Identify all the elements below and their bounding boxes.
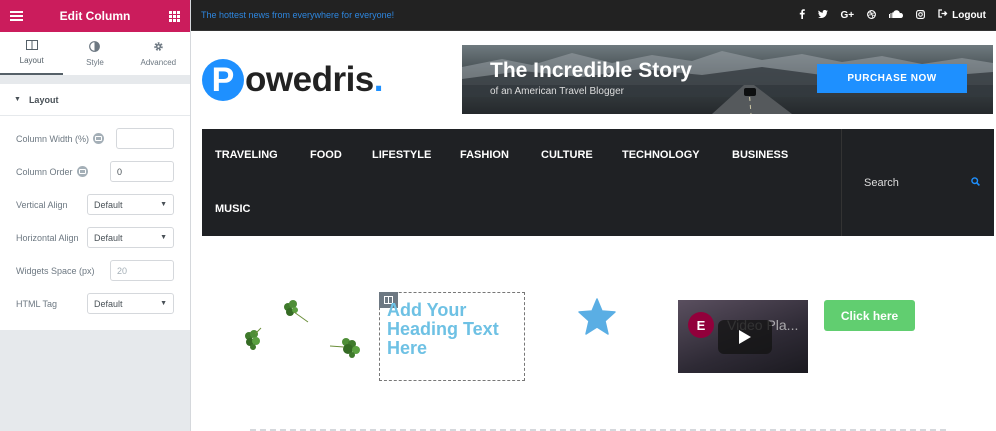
- nav-search[interactable]: Search: [841, 129, 994, 236]
- play-button[interactable]: [718, 320, 772, 354]
- logout-icon: [938, 9, 948, 21]
- nav-item-food[interactable]: FOOD: [310, 149, 342, 161]
- logout-link[interactable]: Logout: [938, 9, 986, 21]
- html-tag-select[interactable]: Default ▼: [87, 293, 174, 314]
- editor-panel: Edit Column Layout Style Advanced ▼ Layo…: [0, 0, 191, 431]
- logo-dot: .: [373, 60, 384, 99]
- banner-subtitle: of an American Travel Blogger: [490, 86, 624, 97]
- parsley-leaf-image: [245, 327, 262, 350]
- section-title: Layout: [28, 94, 59, 105]
- horizontal-align-value: Default: [94, 232, 123, 243]
- widgets-space-input[interactable]: 20: [110, 260, 174, 281]
- chevron-down-icon: ▼: [160, 234, 167, 241]
- tab-advanced[interactable]: Advanced: [127, 32, 190, 75]
- layout-controls: Column Width (%) Column Order 0 Vertical…: [0, 116, 190, 330]
- nav-item-business[interactable]: BUSINESS: [732, 149, 788, 161]
- vertical-align-value: Default: [94, 199, 123, 210]
- banner-title: The Incredible Story: [490, 59, 692, 82]
- heading-widget[interactable]: Add Your Heading Text Here: [379, 292, 525, 381]
- chevron-down-icon: ▼: [160, 201, 167, 208]
- tab-layout[interactable]: Layout: [0, 32, 64, 75]
- responsive-desktop-icon[interactable]: [93, 133, 105, 144]
- instagram-icon[interactable]: [916, 9, 926, 21]
- nav-item-fashion[interactable]: FASHION: [460, 149, 509, 161]
- nav-item-traveling[interactable]: TRAVELING: [215, 149, 278, 161]
- dribbble-icon[interactable]: [867, 9, 877, 21]
- layout-icon: [25, 40, 38, 52]
- section-layout-header[interactable]: ▼ Layout: [0, 84, 190, 116]
- play-icon: [739, 330, 751, 344]
- panel-title: Edit Column: [59, 9, 131, 23]
- control-column-order: Column Order 0: [16, 155, 174, 188]
- panel-tabs: Layout Style Advanced: [0, 32, 190, 76]
- nav-menu: TRAVELING FOOD LIFESTYLE FASHION CULTURE…: [202, 129, 841, 236]
- logo-word: owedris: [245, 60, 374, 99]
- tab-advanced-label: Advanced: [140, 57, 177, 67]
- parsley-leaf-image: [284, 300, 309, 323]
- logout-label: Logout: [952, 9, 986, 21]
- twitter-icon[interactable]: [817, 9, 828, 21]
- site-topbar: The hottest news from everywhere for eve…: [191, 0, 996, 31]
- vertical-align-label: Vertical Align: [16, 199, 68, 210]
- caret-down-icon: ▼: [14, 96, 21, 103]
- widgets-grid-icon[interactable]: [158, 0, 190, 32]
- column-width-label: Column Width (%): [16, 133, 90, 144]
- style-icon: [89, 40, 101, 54]
- control-column-width: Column Width (%): [16, 122, 174, 155]
- tab-style-label: Style: [86, 57, 104, 67]
- column-width-input[interactable]: [116, 128, 174, 149]
- site-logo[interactable]: P owedris.: [202, 59, 384, 101]
- horizontal-align-label: Horizontal Align: [16, 232, 79, 243]
- elementor-logo-icon: E: [688, 312, 714, 338]
- nav-item-culture[interactable]: CULTURE: [541, 149, 593, 161]
- social-links: G+ Logout: [799, 9, 986, 21]
- facebook-icon[interactable]: [799, 9, 805, 21]
- panel-header: Edit Column: [0, 0, 190, 32]
- search-icon[interactable]: [971, 177, 980, 189]
- purchase-now-button[interactable]: PURCHASE NOW: [817, 64, 967, 93]
- gear-icon: [153, 41, 164, 54]
- nav-item-music[interactable]: MUSIC: [215, 203, 250, 215]
- control-vertical-align: Vertical Align Default ▼: [16, 188, 174, 221]
- control-html-tag: HTML Tag Default ▼: [16, 287, 174, 320]
- page-content: Add Your Heading Text Here E Video Pla..…: [191, 260, 996, 431]
- chevron-down-icon: ▼: [160, 300, 167, 307]
- responsive-desktop-icon[interactable]: [76, 166, 88, 177]
- control-horizontal-align: Horizontal Align Default ▼: [16, 221, 174, 254]
- html-tag-label: HTML Tag: [16, 298, 58, 309]
- soundcloud-icon[interactable]: [889, 10, 904, 20]
- logo-mark: P: [202, 59, 244, 101]
- column-order-label: Column Order: [16, 166, 73, 177]
- horizontal-align-select[interactable]: Default ▼: [87, 227, 174, 248]
- site-tagline: The hottest news from everywhere for eve…: [201, 10, 395, 20]
- nav-item-lifestyle[interactable]: LIFESTYLE: [372, 149, 431, 161]
- heading-text[interactable]: Add Your Heading Text Here: [387, 301, 517, 358]
- ad-banner[interactable]: The Incredible Story of an American Trav…: [462, 45, 993, 114]
- star-icon: [578, 298, 616, 335]
- search-input[interactable]: Search: [864, 177, 899, 189]
- site-header: P owedris. The Incredible Story of an Am…: [191, 31, 996, 129]
- nav-item-technology[interactable]: TECHNOLOGY: [622, 149, 700, 161]
- editor-root: Edit Column Layout Style Advanced ▼ Layo…: [0, 0, 996, 431]
- column-order-input[interactable]: 0: [110, 161, 174, 182]
- site-preview: The hottest news from everywhere for eve…: [191, 0, 996, 431]
- html-tag-value: Default: [94, 298, 123, 309]
- click-here-button[interactable]: Click here: [824, 300, 915, 331]
- logo-text: owedris.: [245, 60, 384, 100]
- widgets-space-label: Widgets Space (px): [16, 265, 95, 276]
- tab-style[interactable]: Style: [63, 32, 126, 75]
- tab-layout-label: Layout: [19, 56, 44, 65]
- main-nav: TRAVELING FOOD LIFESTYLE FASHION CULTURE…: [202, 129, 994, 236]
- video-widget[interactable]: E Video Pla...: [678, 300, 808, 373]
- vertical-align-select[interactable]: Default ▼: [87, 194, 174, 215]
- control-widgets-space: Widgets Space (px) 20: [16, 254, 174, 287]
- google-plus-icon[interactable]: G+: [841, 10, 855, 21]
- parsley-leaf-image: [329, 338, 360, 358]
- menu-icon[interactable]: [0, 0, 32, 32]
